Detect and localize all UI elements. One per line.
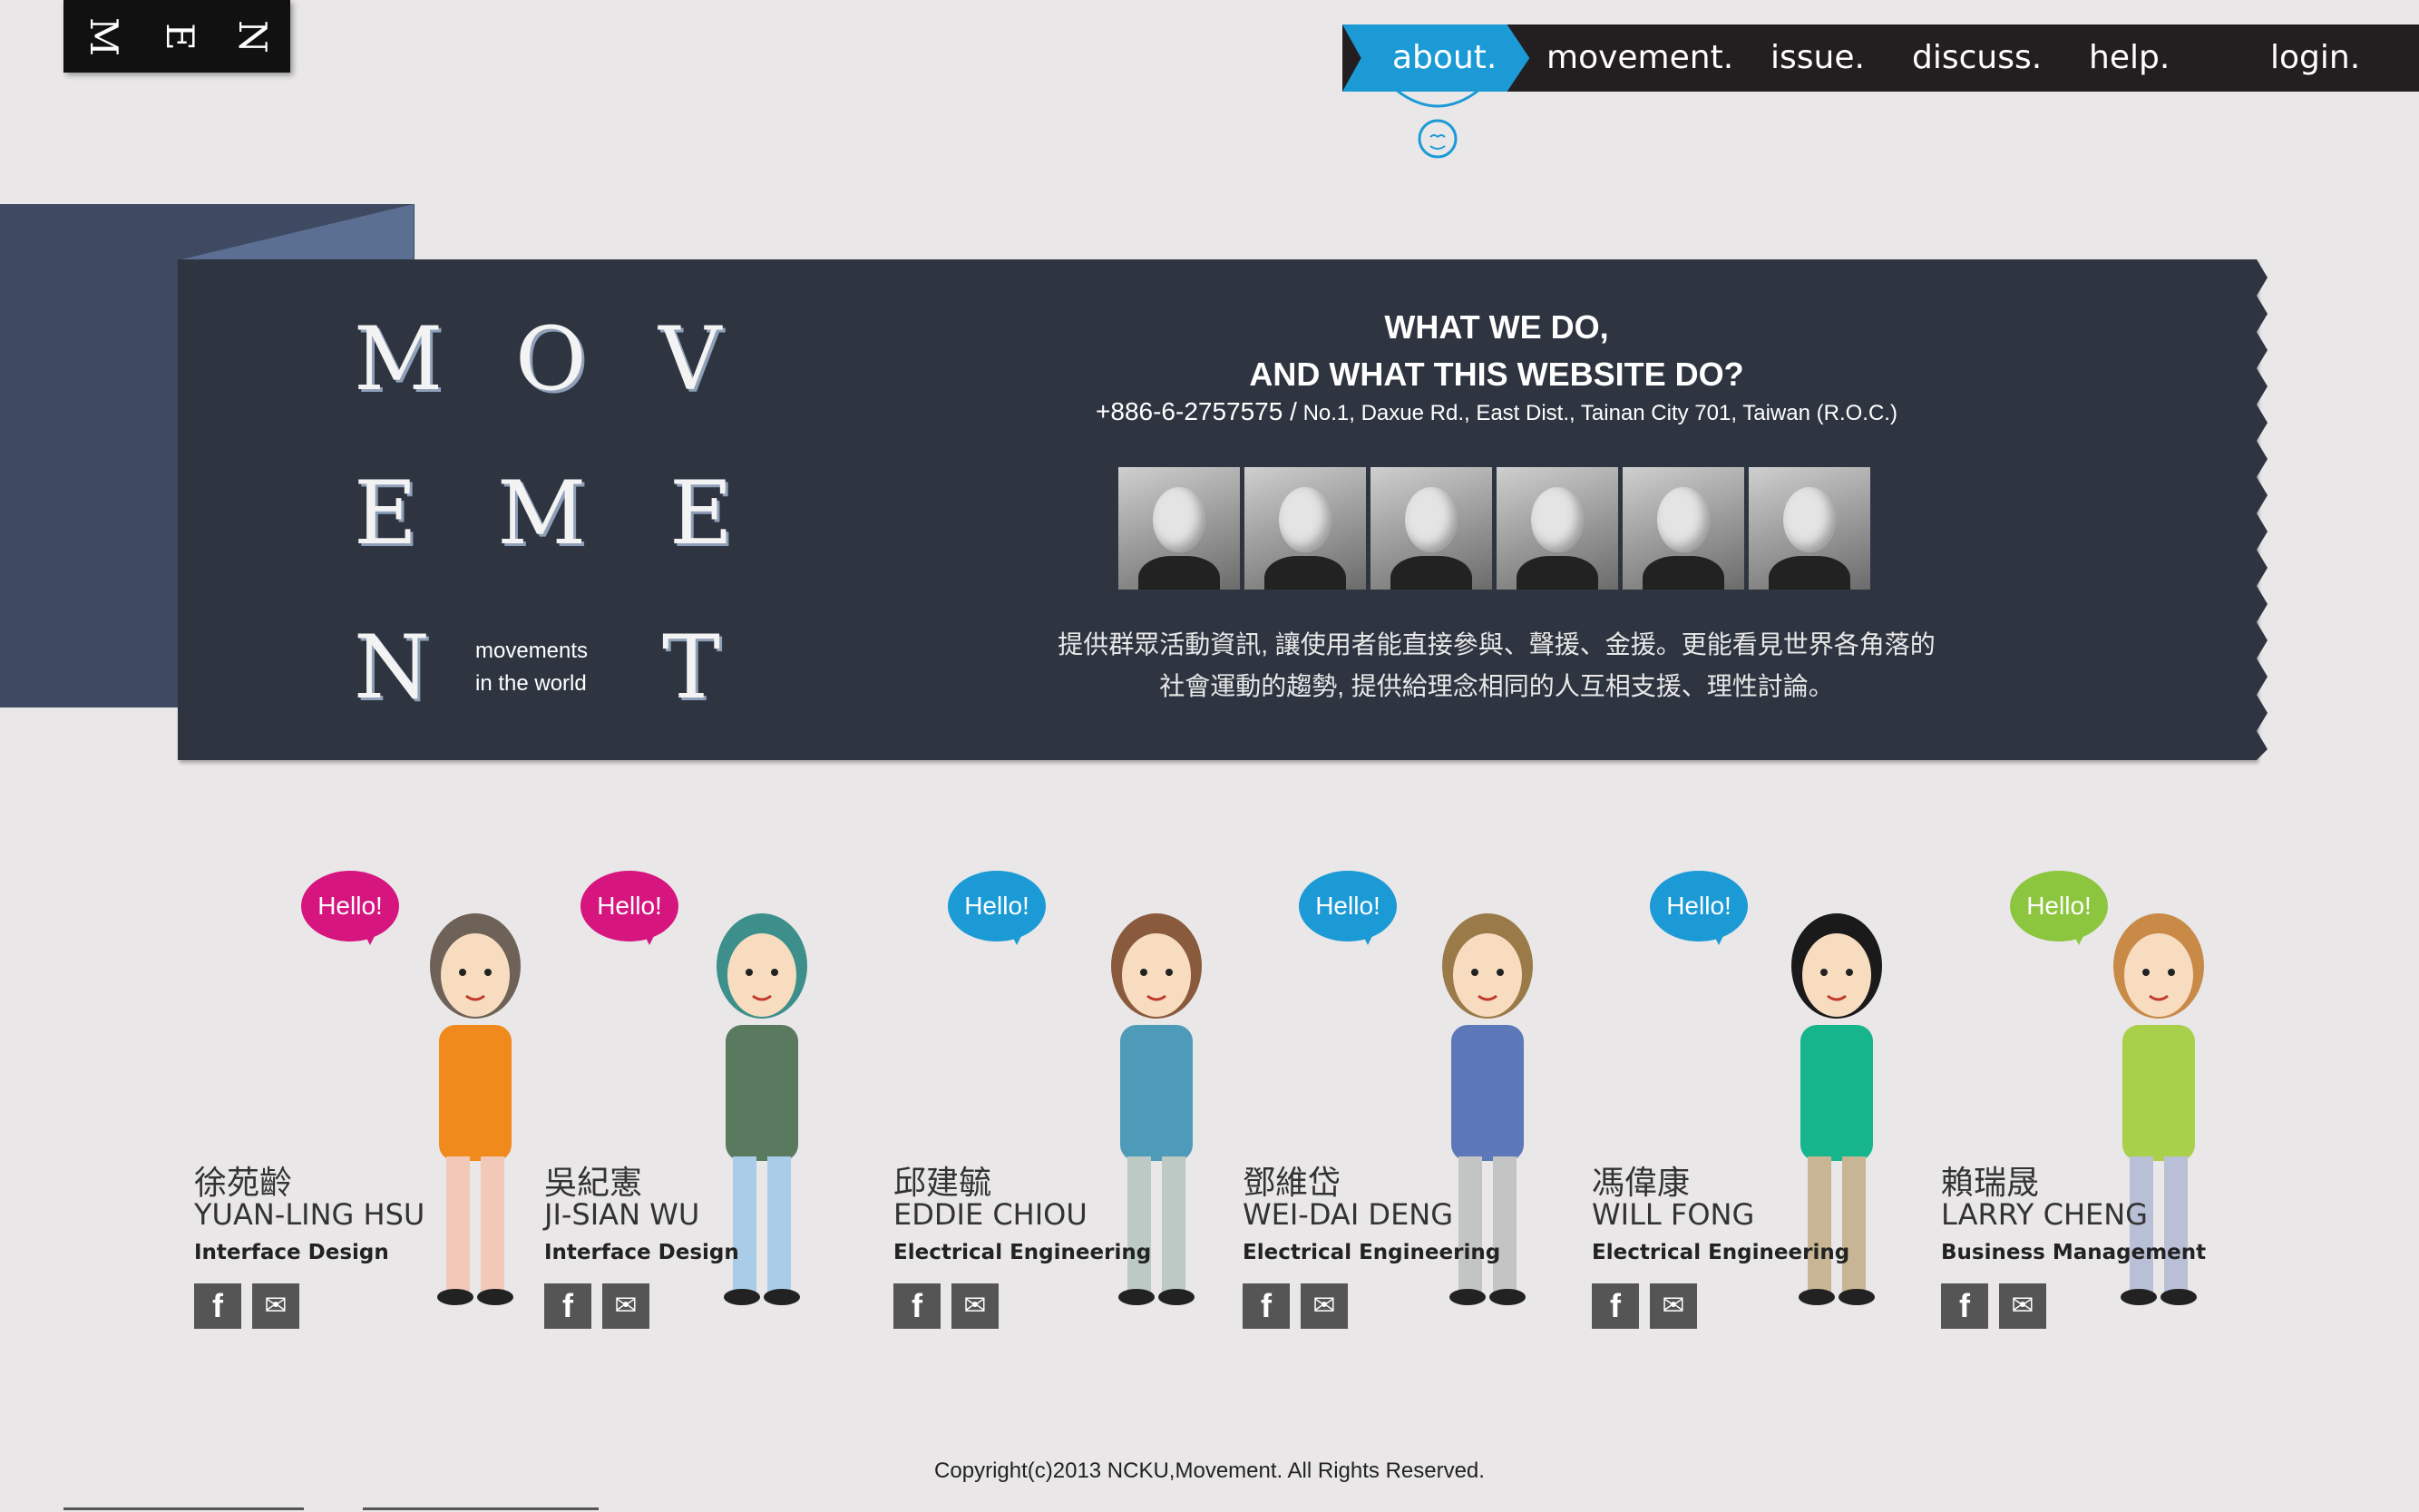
mail-icon[interactable]: ✉ bbox=[1999, 1283, 2046, 1329]
nav-about[interactable]: about. bbox=[1342, 24, 1530, 92]
copyright: Copyright(c)2013 NCKU,Movement. All Righ… bbox=[934, 1458, 1485, 1483]
team-member-card: Hello! 邱建毓 EDDIE CHIOU Electrical Engineeri… bbox=[893, 871, 1238, 1361]
member-department: Interface Design bbox=[194, 1241, 389, 1264]
member-department: Electrical Engineering bbox=[1592, 1241, 1850, 1264]
nav-discuss[interactable]: discuss. bbox=[1912, 24, 2042, 92]
team-photo-strip bbox=[1118, 467, 1870, 590]
banner-letter: E bbox=[354, 463, 418, 564]
hello-bubble: Hello! bbox=[301, 871, 399, 945]
member-english-name: LARRY CHENG bbox=[1941, 1197, 2148, 1232]
facebook-icon[interactable]: f bbox=[1243, 1283, 1290, 1329]
mail-icon[interactable]: ✉ bbox=[602, 1283, 649, 1329]
logo-letter: M bbox=[82, 16, 127, 56]
mail-icon[interactable]: ✉ bbox=[252, 1283, 299, 1329]
member-english-name: JI-SIAN WU bbox=[544, 1197, 700, 1232]
member-department: Electrical Engineering bbox=[1243, 1241, 1501, 1264]
team-member-card: Hello! 鄧維岱 WEI-DAI DENG Electrical Engineer… bbox=[1243, 871, 1587, 1361]
team-photo bbox=[1370, 467, 1492, 590]
mascot-icon bbox=[1395, 88, 1480, 159]
banner-letter: T bbox=[662, 617, 721, 718]
banner-letter: M bbox=[497, 463, 587, 564]
facebook-icon[interactable]: f bbox=[544, 1283, 591, 1329]
mail-icon[interactable]: ✉ bbox=[1301, 1283, 1348, 1329]
member-english-name: WEI-DAI DENG bbox=[1243, 1197, 1454, 1232]
facebook-icon[interactable]: f bbox=[1941, 1283, 1988, 1329]
footer-rule bbox=[63, 1507, 599, 1510]
mail-icon[interactable]: ✉ bbox=[1650, 1283, 1697, 1329]
team-photo bbox=[1749, 467, 1870, 590]
banner-tagline: movements in the world bbox=[475, 635, 588, 700]
member-english-name: EDDIE CHIOU bbox=[893, 1197, 1088, 1232]
nav-movement[interactable]: movement. bbox=[1546, 24, 1733, 92]
banner-letter: O bbox=[515, 308, 587, 410]
banner-heading-line2: AND WHAT THIS WEBSITE DO? bbox=[1249, 356, 1744, 393]
member-department: Electrical Engineering bbox=[893, 1241, 1152, 1264]
team-photo bbox=[1497, 467, 1618, 590]
member-english-name: WILL FONG bbox=[1592, 1197, 1755, 1232]
mission-statement: 提供群眾活動資訊, 讓使用者能直接參與、聲援、金援。更能看見世界各角落的 社會運… bbox=[907, 624, 2086, 707]
team-photo bbox=[1118, 467, 1240, 590]
tagline-line: in the world bbox=[475, 671, 587, 696]
banner-zigzag-edge bbox=[2240, 259, 2268, 760]
banner-fold bbox=[178, 204, 414, 260]
hello-bubble: Hello! bbox=[1650, 871, 1748, 945]
team-member-card: Hello! 賴瑞晟 LARRY CHENG Business Management f… bbox=[1941, 871, 2286, 1361]
facebook-icon[interactable]: f bbox=[194, 1283, 241, 1329]
banner-letter: V bbox=[658, 308, 722, 410]
hello-bubble: Hello! bbox=[948, 871, 1046, 945]
member-social-links: f ✉ bbox=[1592, 1283, 1697, 1329]
facebook-icon[interactable]: f bbox=[1592, 1283, 1639, 1329]
mission-line: 提供群眾活動資訊, 讓使用者能直接參與、聲援、金援。更能看見世界各角落的 bbox=[1058, 630, 1936, 658]
banner-heading-line1: WHAT WE DO, bbox=[1384, 308, 1609, 346]
banner-letter: M bbox=[354, 308, 444, 410]
member-social-links: f ✉ bbox=[1941, 1283, 2046, 1329]
team-member-card: Hello! 吳紀憲 JI-SIAN WU Interface Design f ✉ bbox=[544, 871, 889, 1361]
avatar-illustration bbox=[430, 913, 521, 1305]
nav-issue[interactable]: issue. bbox=[1770, 24, 1865, 92]
tagline-line: movements bbox=[475, 639, 589, 663]
hello-bubble: Hello! bbox=[580, 871, 678, 945]
main-navigation: about. movement. issue. discuss. help. l… bbox=[1342, 24, 2419, 92]
member-social-links: f ✉ bbox=[893, 1283, 999, 1329]
mission-line: 社會運動的趨勢, 提供給理念相同的人互相支援、理性討論。 bbox=[1159, 672, 1834, 700]
member-social-links: f ✉ bbox=[194, 1283, 299, 1329]
member-social-links: f ✉ bbox=[1243, 1283, 1348, 1329]
mail-icon[interactable]: ✉ bbox=[951, 1283, 999, 1329]
team-member-card: Hello! 徐苑齡 YUAN-LING HSU Interface Design f ✉ bbox=[194, 871, 539, 1361]
logo-letter: N bbox=[229, 19, 275, 54]
logo-letter: E bbox=[157, 22, 202, 51]
banner-letter: N bbox=[354, 617, 430, 718]
member-english-name: YUAN-LING HSU bbox=[194, 1197, 425, 1232]
contact-info: +886-6-2757575 / No.1, Daxue Rd., East D… bbox=[907, 397, 2086, 426]
contact-phone: +886-6-2757575 / bbox=[1096, 397, 1297, 425]
team-photo bbox=[1244, 467, 1366, 590]
nav-login[interactable]: login. bbox=[2270, 24, 2360, 92]
team-photo bbox=[1623, 467, 1744, 590]
hello-bubble: Hello! bbox=[1299, 871, 1397, 945]
banner-letter: E bbox=[669, 463, 734, 564]
nav-help[interactable]: help. bbox=[2089, 24, 2170, 92]
member-social-links: f ✉ bbox=[544, 1283, 649, 1329]
team-member-card: Hello! 馮偉康 WILL FONG Electrical Engineering… bbox=[1592, 871, 1936, 1361]
facebook-icon[interactable]: f bbox=[893, 1283, 941, 1329]
member-department: Interface Design bbox=[544, 1241, 739, 1264]
site-logo[interactable]: M E N bbox=[63, 0, 290, 73]
contact-address: No.1, Daxue Rd., East Dist., Tainan City… bbox=[1302, 401, 1897, 425]
member-department: Business Management bbox=[1941, 1241, 2207, 1264]
